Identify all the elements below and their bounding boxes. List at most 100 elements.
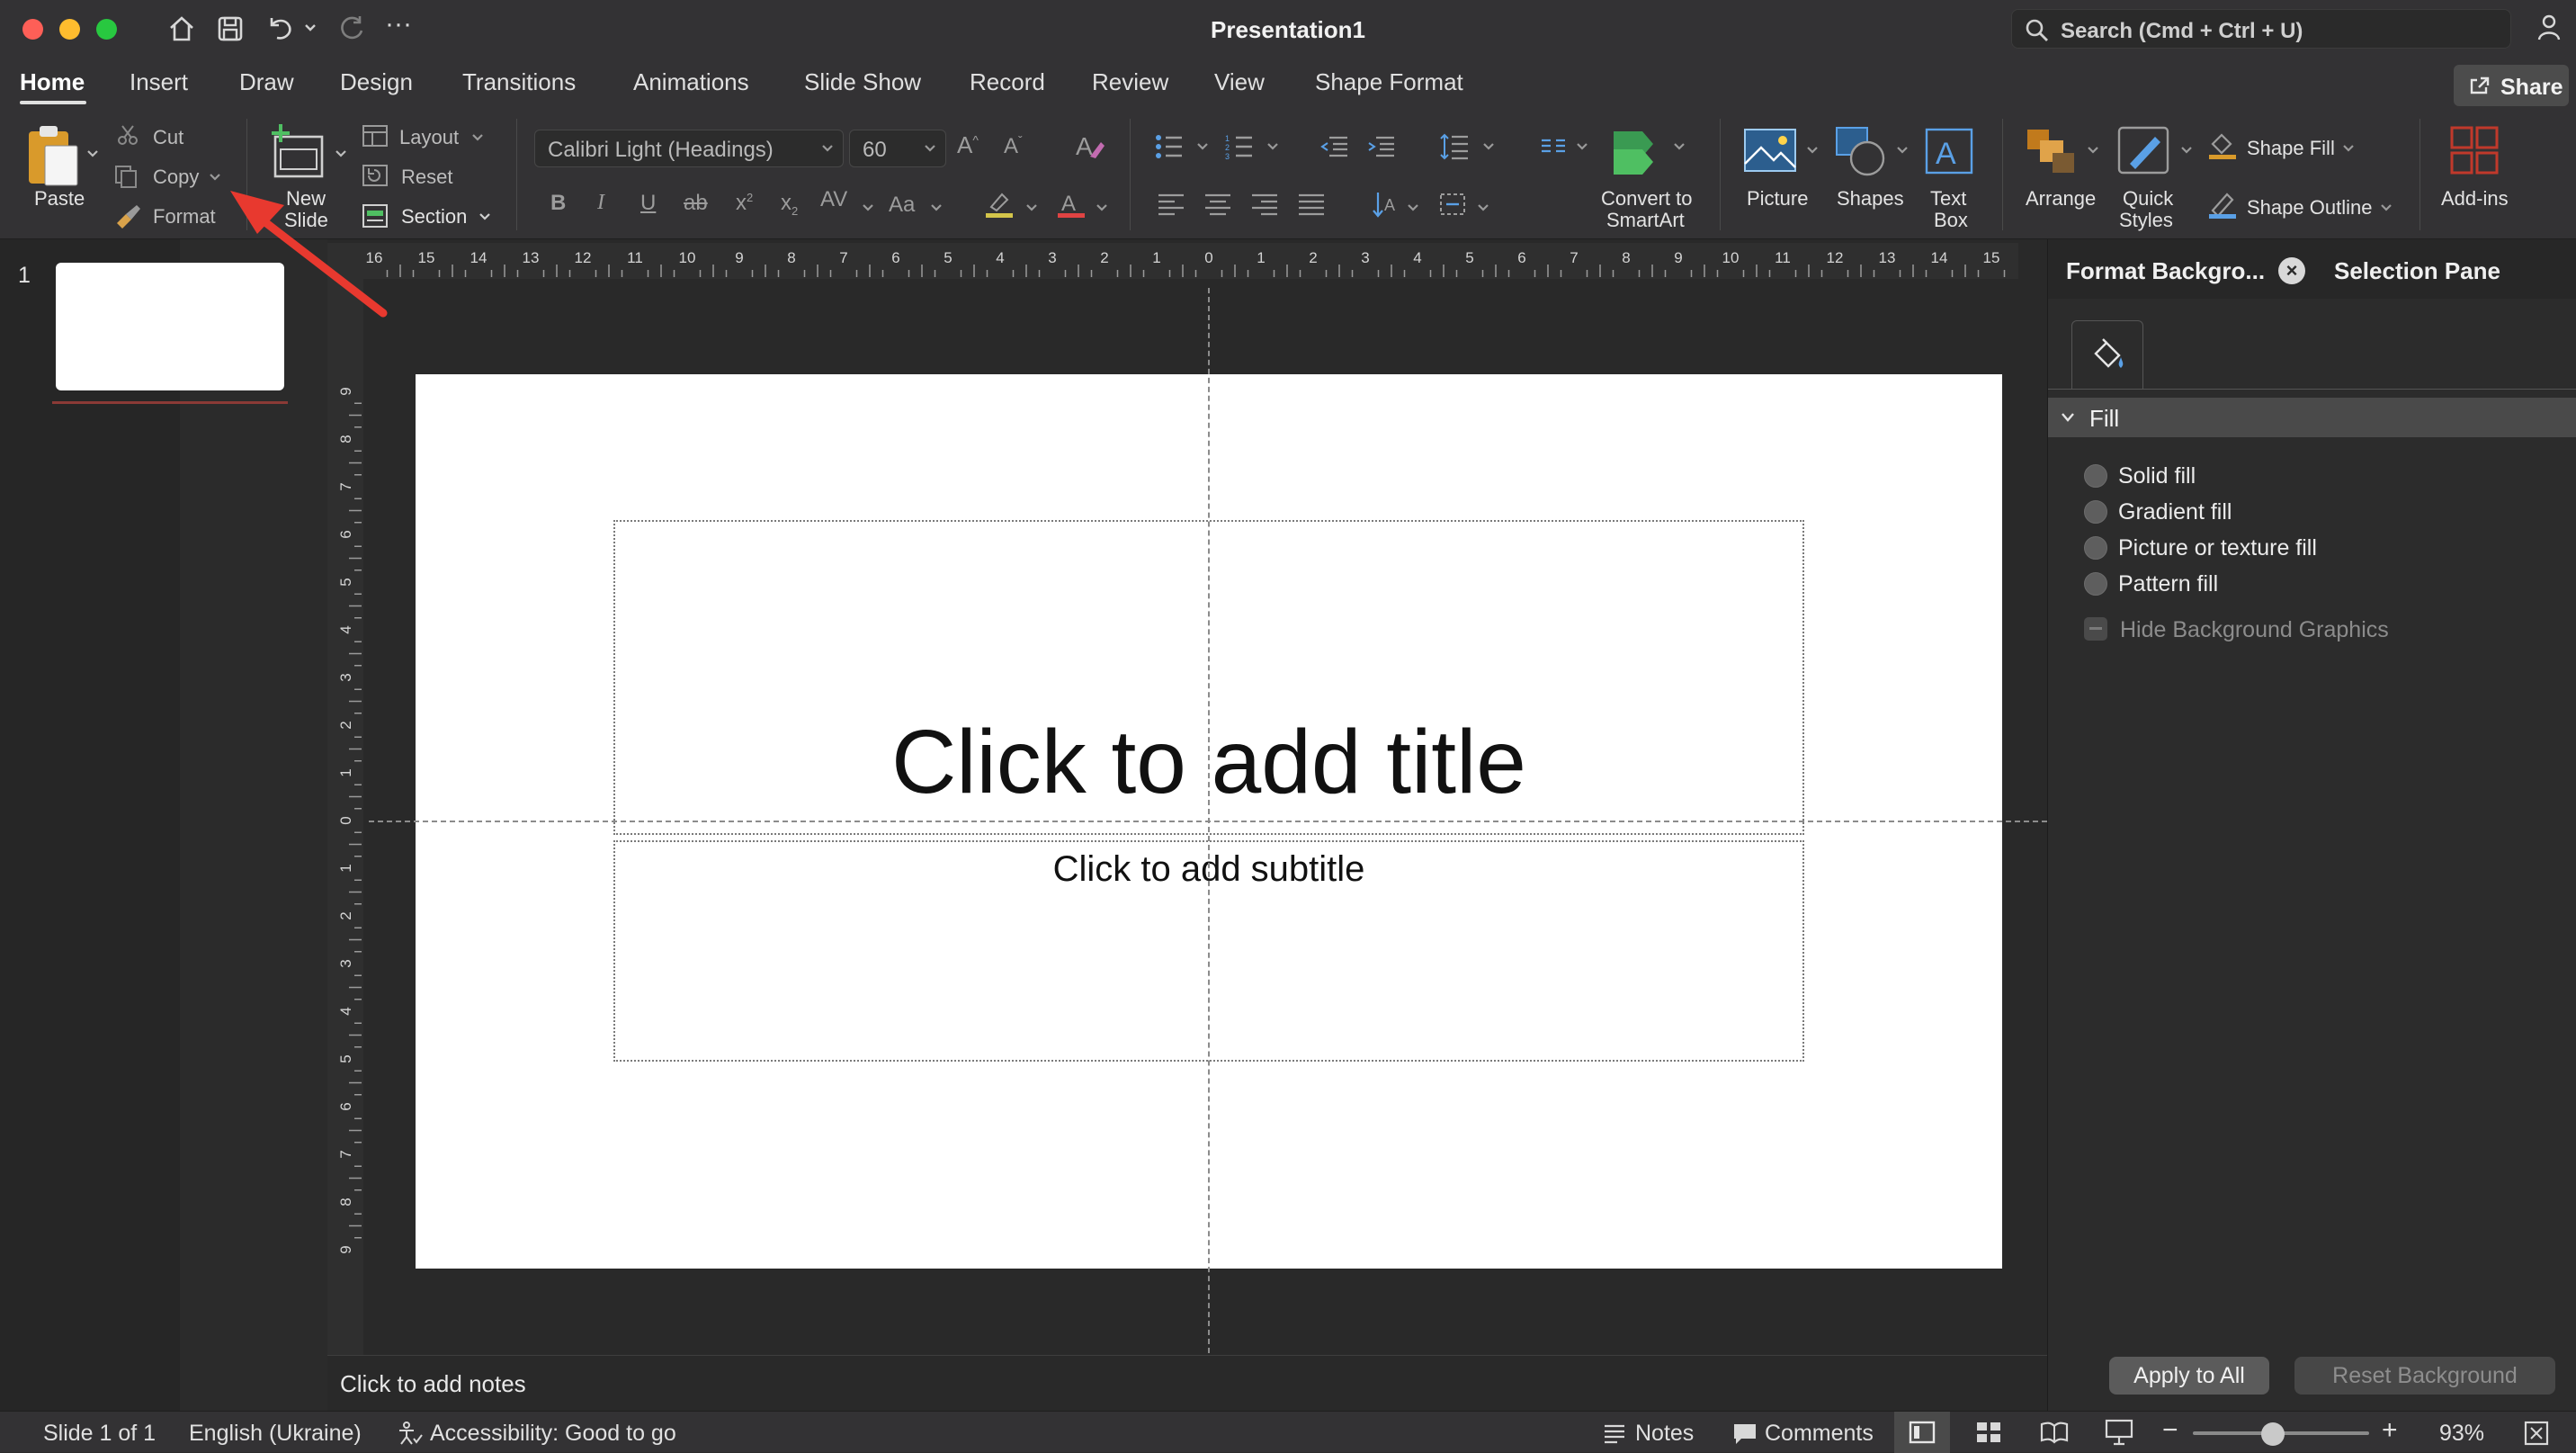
change-case-dropdown-icon[interactable] [930, 203, 943, 212]
align-left-icon[interactable] [1157, 193, 1185, 216]
cut-icon[interactable] [117, 124, 139, 146]
arrange-icon[interactable] [2026, 126, 2080, 176]
zoom-out-icon[interactable]: − [2162, 1415, 2178, 1446]
align-right-icon[interactable] [1250, 193, 1279, 216]
close-pane-icon[interactable]: × [2278, 257, 2305, 284]
pattern-fill-radio[interactable] [2084, 572, 2107, 596]
text-box-label-2[interactable]: Box [1934, 209, 1968, 232]
hide-background-checkbox[interactable] [2084, 617, 2107, 641]
comments-icon[interactable] [1732, 1422, 1758, 1446]
new-slide-dropdown-icon[interactable] [335, 149, 347, 158]
close-window-button[interactable] [22, 19, 43, 40]
tab-insert[interactable]: Insert [130, 68, 188, 96]
horizontal-guide[interactable] [369, 821, 2047, 822]
paste-dropdown-icon[interactable] [86, 149, 99, 158]
notes-pane[interactable]: Click to add notes [327, 1355, 2047, 1411]
quick-styles-label-2[interactable]: Styles [2119, 209, 2173, 232]
share-button[interactable]: Share [2454, 65, 2569, 106]
fit-to-window-icon[interactable] [2524, 1421, 2549, 1446]
minimize-window-button[interactable] [59, 19, 80, 40]
fill-tab[interactable] [2071, 320, 2143, 389]
character-spacing-icon[interactable]: AV [820, 187, 847, 212]
align-center-icon[interactable] [1203, 193, 1232, 216]
bullets-dropdown-icon[interactable] [1196, 142, 1209, 151]
numbering-icon[interactable]: 123 [1225, 133, 1254, 160]
copy-label[interactable]: Copy [153, 166, 199, 189]
font-size-select[interactable]: 60 [849, 130, 946, 167]
tab-format-background[interactable]: Format Backgro... [2066, 257, 2265, 285]
subscript-icon[interactable]: x2 [781, 191, 798, 218]
line-spacing-dropdown-icon[interactable] [1482, 142, 1495, 151]
vertical-ruler[interactable]: 9 8 7 6 5 4 3 2 1 0 1 2 3 4 5 6 7 8 9 [327, 279, 363, 1355]
section-label[interactable]: Section [401, 205, 467, 229]
text-direction-dropdown-icon[interactable] [1407, 203, 1419, 212]
add-ins-label[interactable]: Add-ins [2441, 187, 2509, 211]
underline-icon[interactable]: U [640, 191, 656, 216]
horizontal-ruler[interactable]: 16 15 14 13 12 11 10 9 8 7 6 5 4 3 2 1 0 1 2 3 4 5 6 7 8 9 10 11 12 1… [327, 243, 2018, 279]
columns-dropdown-icon[interactable] [1576, 142, 1588, 151]
text-box-icon[interactable]: A [1925, 128, 1973, 175]
reset-label[interactable]: Reset [401, 166, 452, 189]
increase-font-size-icon[interactable]: A^ [957, 131, 979, 159]
arrange-label[interactable]: Arrange [2026, 187, 2096, 211]
picture-label[interactable]: Picture [1747, 187, 1808, 211]
fill-section-header[interactable]: Fill [2048, 398, 2576, 437]
convert-smartart-label-1[interactable]: Convert to [1601, 187, 1693, 211]
solid-fill-radio[interactable] [2084, 464, 2107, 488]
bullets-icon[interactable] [1155, 133, 1184, 160]
quick-styles-dropdown-icon[interactable] [2180, 146, 2193, 155]
decrease-indent-icon[interactable] [1320, 135, 1349, 158]
justify-icon[interactable] [1297, 193, 1326, 216]
zoom-window-button[interactable] [96, 19, 117, 40]
paste-icon[interactable] [25, 122, 83, 189]
accessibility-status[interactable]: Accessibility: Good to go [430, 1421, 676, 1447]
align-text-dropdown-icon[interactable] [1477, 203, 1489, 212]
comments-toggle[interactable]: Comments [1765, 1421, 1874, 1447]
tab-home[interactable]: Home [20, 68, 85, 96]
align-text-icon[interactable] [1437, 191, 1468, 218]
shapes-dropdown-icon[interactable] [1896, 146, 1909, 155]
convert-smartart-label-2[interactable]: SmartArt [1606, 209, 1685, 232]
font-color-dropdown-icon[interactable] [1096, 203, 1108, 212]
tab-record[interactable]: Record [970, 68, 1045, 96]
normal-view-button[interactable] [1894, 1412, 1950, 1453]
shape-fill-label[interactable]: Shape Fill [2247, 137, 2335, 160]
redo-icon[interactable] [336, 13, 367, 43]
font-name-select[interactable]: Calibri Light (Headings) [534, 130, 844, 167]
gradient-fill-radio[interactable] [2084, 500, 2107, 524]
highlight-color-icon[interactable] [984, 189, 1015, 220]
more-icon[interactable]: ··· [385, 9, 412, 40]
zoom-in-icon[interactable]: + [2382, 1415, 2398, 1446]
tab-review[interactable]: Review [1092, 68, 1168, 96]
notes-icon[interactable] [1603, 1422, 1626, 1444]
shape-outline-dropdown-icon[interactable] [2380, 203, 2393, 212]
format-painter-icon[interactable] [113, 203, 142, 229]
quick-styles-icon[interactable] [2117, 124, 2173, 176]
strikethrough-icon[interactable]: ab [684, 191, 708, 216]
decrease-font-size-icon[interactable]: Aˇ [1004, 133, 1023, 159]
undo-dropdown-icon[interactable] [304, 23, 317, 32]
convert-to-smartart-icon[interactable] [1606, 126, 1666, 176]
smartart-dropdown-icon[interactable] [1673, 142, 1686, 151]
increase-indent-icon[interactable] [1367, 135, 1396, 158]
undo-icon[interactable] [264, 13, 295, 43]
paste-label[interactable]: Paste [34, 187, 85, 211]
text-direction-icon[interactable]: A [1371, 189, 1400, 220]
slide-sorter-icon[interactable] [1975, 1421, 2002, 1444]
layout-icon[interactable] [362, 124, 389, 148]
clear-formatting-icon[interactable]: A [1074, 130, 1106, 162]
shape-outline-label[interactable]: Shape Outline [2247, 196, 2372, 220]
line-spacing-icon[interactable] [1439, 131, 1470, 162]
shape-outline-icon[interactable] [2207, 189, 2238, 220]
slide-show-icon[interactable] [2105, 1419, 2133, 1446]
shape-fill-icon[interactable] [2207, 130, 2238, 160]
character-spacing-dropdown-icon[interactable] [862, 203, 874, 212]
accessibility-icon[interactable] [396, 1421, 423, 1446]
solid-fill-label[interactable]: Solid fill [2118, 463, 2196, 489]
bold-icon[interactable]: B [550, 191, 566, 216]
apply-to-all-button[interactable]: Apply to All [2109, 1357, 2269, 1395]
search-input[interactable]: Search (Cmd + Ctrl + U) [2011, 9, 2511, 49]
layout-dropdown-icon[interactable] [471, 133, 484, 142]
tab-shape-format[interactable]: Shape Format [1315, 68, 1463, 96]
zoom-level[interactable]: 93% [2439, 1421, 2484, 1447]
